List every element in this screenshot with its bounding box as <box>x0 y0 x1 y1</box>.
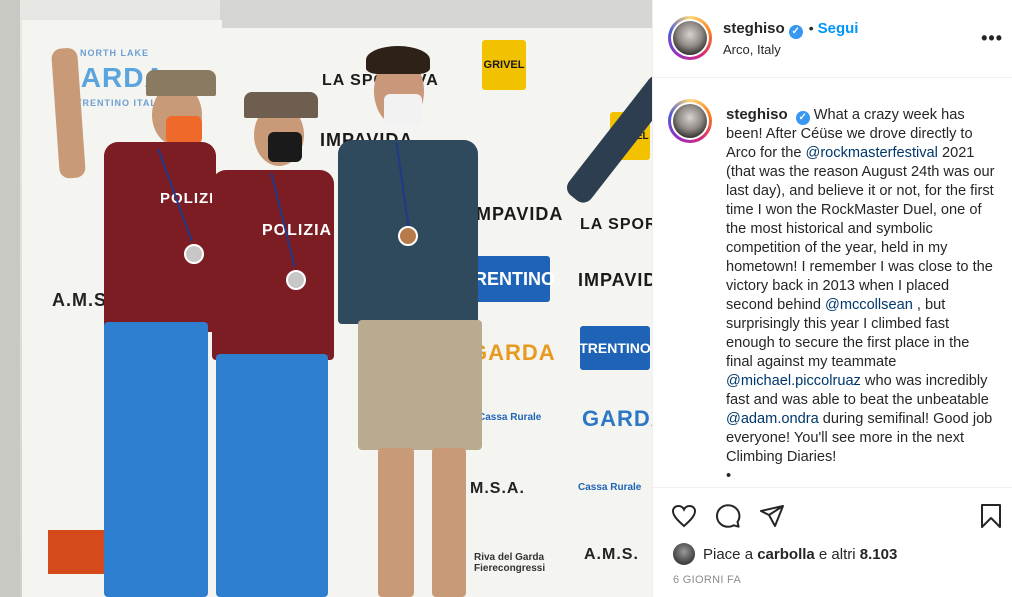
climber-right-mask <box>384 94 422 126</box>
caption-verified-badge-icon: ✓ <box>795 110 810 125</box>
post-photo[interactable]: NORTH LAKE GARDA TRENTINO ITALY GRIVEL G… <box>0 0 652 597</box>
sponsor-ams-2: A.M.S. <box>584 546 639 563</box>
verified-badge-icon: ✓ <box>788 24 803 39</box>
sponsor-riva: Riva del Garda Fierecongressi <box>474 552 546 574</box>
climber-left-cap <box>146 70 216 96</box>
climber-right-shorts <box>358 320 482 450</box>
caption-text: 2021 (that was the reason August 24th wa… <box>726 145 995 313</box>
sponsor-north-lake: NORTH LAKE <box>80 48 149 58</box>
climber-middle-pants <box>216 354 328 597</box>
likes-summary: Piace a carbolla e altri 8.103 <box>673 543 897 565</box>
sponsor-impavida-3: IMPAVIDA <box>578 270 652 290</box>
climber-left-medal <box>184 244 204 264</box>
sponsor-msa: M.S.A. <box>470 480 525 497</box>
climber-middle-mask <box>268 132 302 162</box>
post-caption: steghiso ✓ What a crazy week has been! Af… <box>726 105 998 486</box>
more-options-button[interactable]: ••• <box>981 28 1003 49</box>
caption-area: steghiso ✓ What a crazy week has been! Af… <box>653 79 1012 487</box>
climbing-wall-top <box>220 0 652 30</box>
climber-left-jersey <box>104 142 216 332</box>
author-avatar-photo <box>673 21 707 55</box>
climber-right-hair <box>366 46 430 74</box>
sponsor-garda-3: GARDA <box>582 406 652 431</box>
post-timestamp[interactable]: 6 GIORNI FA <box>673 574 741 586</box>
sponsor-la-sportiva-2: LA SPORTIVA <box>580 216 652 233</box>
climbing-wall <box>0 0 20 597</box>
sponsor-impavida-2: IMPAVIDA <box>470 204 564 224</box>
climber-middle-jersey <box>212 170 334 360</box>
sponsor-garda-2: GARDA <box>470 340 556 365</box>
caption-mention-link[interactable]: @adam.ondra <box>726 411 819 427</box>
post-side-panel: steghiso ✓ • Segui Arco, Italy ••• steghiso… <box>652 0 1012 597</box>
comment-icon[interactable] <box>713 501 743 531</box>
likes-prefix: Piace a <box>703 545 754 563</box>
sponsor-red-logo <box>48 530 108 574</box>
climber-middle-cap <box>244 92 318 118</box>
author-avatar[interactable] <box>668 16 712 60</box>
climber-right-medal <box>398 226 418 246</box>
caption-body: What a crazy week has been! After Céüse … <box>726 107 995 465</box>
sponsor-cassa-rurale: Cassa Rurale <box>478 412 542 423</box>
sponsor-trentino-italy: TRENTINO ITALY <box>76 98 164 108</box>
separator-dot: • <box>808 20 814 36</box>
sponsor-cassa-rurale-2: Cassa Rurale <box>578 482 642 493</box>
post-location[interactable]: Arco, Italy <box>723 42 781 57</box>
author-line: steghiso ✓ • Segui <box>723 20 858 39</box>
caption-mention-link[interactable]: @rockmasterfestival <box>806 145 938 161</box>
sponsor-grivel-label: GRIVEL <box>483 59 525 71</box>
climber-right-leg-left <box>378 448 414 597</box>
caption-mention-link[interactable]: @mccollsean <box>825 297 913 313</box>
heart-icon[interactable] <box>669 501 699 531</box>
sponsor-grivel: GRIVEL <box>482 40 526 90</box>
post-header: steghiso ✓ • Segui Arco, Italy ••• <box>653 0 1012 78</box>
climber-left-mask <box>166 116 202 144</box>
sponsor-trentino-2-label: TRENTINO <box>579 340 651 356</box>
sponsor-trentino-2: TRENTINO <box>579 326 651 370</box>
follow-button[interactable]: Segui <box>818 20 859 37</box>
climber-middle-medal <box>286 270 306 290</box>
liker-avatar[interactable] <box>673 543 695 565</box>
share-icon[interactable] <box>757 501 787 531</box>
caption-avatar-photo <box>673 104 707 138</box>
climber-middle-jersey-text: POLIZIA <box>262 222 333 239</box>
author-avatar-ring <box>671 19 709 57</box>
caption-username[interactable]: steghiso <box>726 106 788 123</box>
caption-avatar-ring <box>671 102 709 140</box>
likes-count[interactable]: 8.103 <box>860 546 898 563</box>
bookmark-icon[interactable] <box>976 501 1006 531</box>
author-username[interactable]: steghiso <box>723 20 785 37</box>
post-actions: Piace a carbolla e altri 8.103 6 GIORNI … <box>653 487 1012 597</box>
sponsor-trentino: TRENTINO <box>463 256 555 302</box>
caption-trailing: • <box>726 468 732 484</box>
likes-conjunction: e altri <box>818 545 856 563</box>
caption-avatar[interactable] <box>668 99 712 143</box>
climber-left-pants <box>104 322 208 597</box>
liker-username[interactable]: carbolla <box>757 546 815 563</box>
caption-mention-link[interactable]: @michael.piccolruaz <box>726 373 861 389</box>
climber-right-leg-right <box>432 448 466 597</box>
